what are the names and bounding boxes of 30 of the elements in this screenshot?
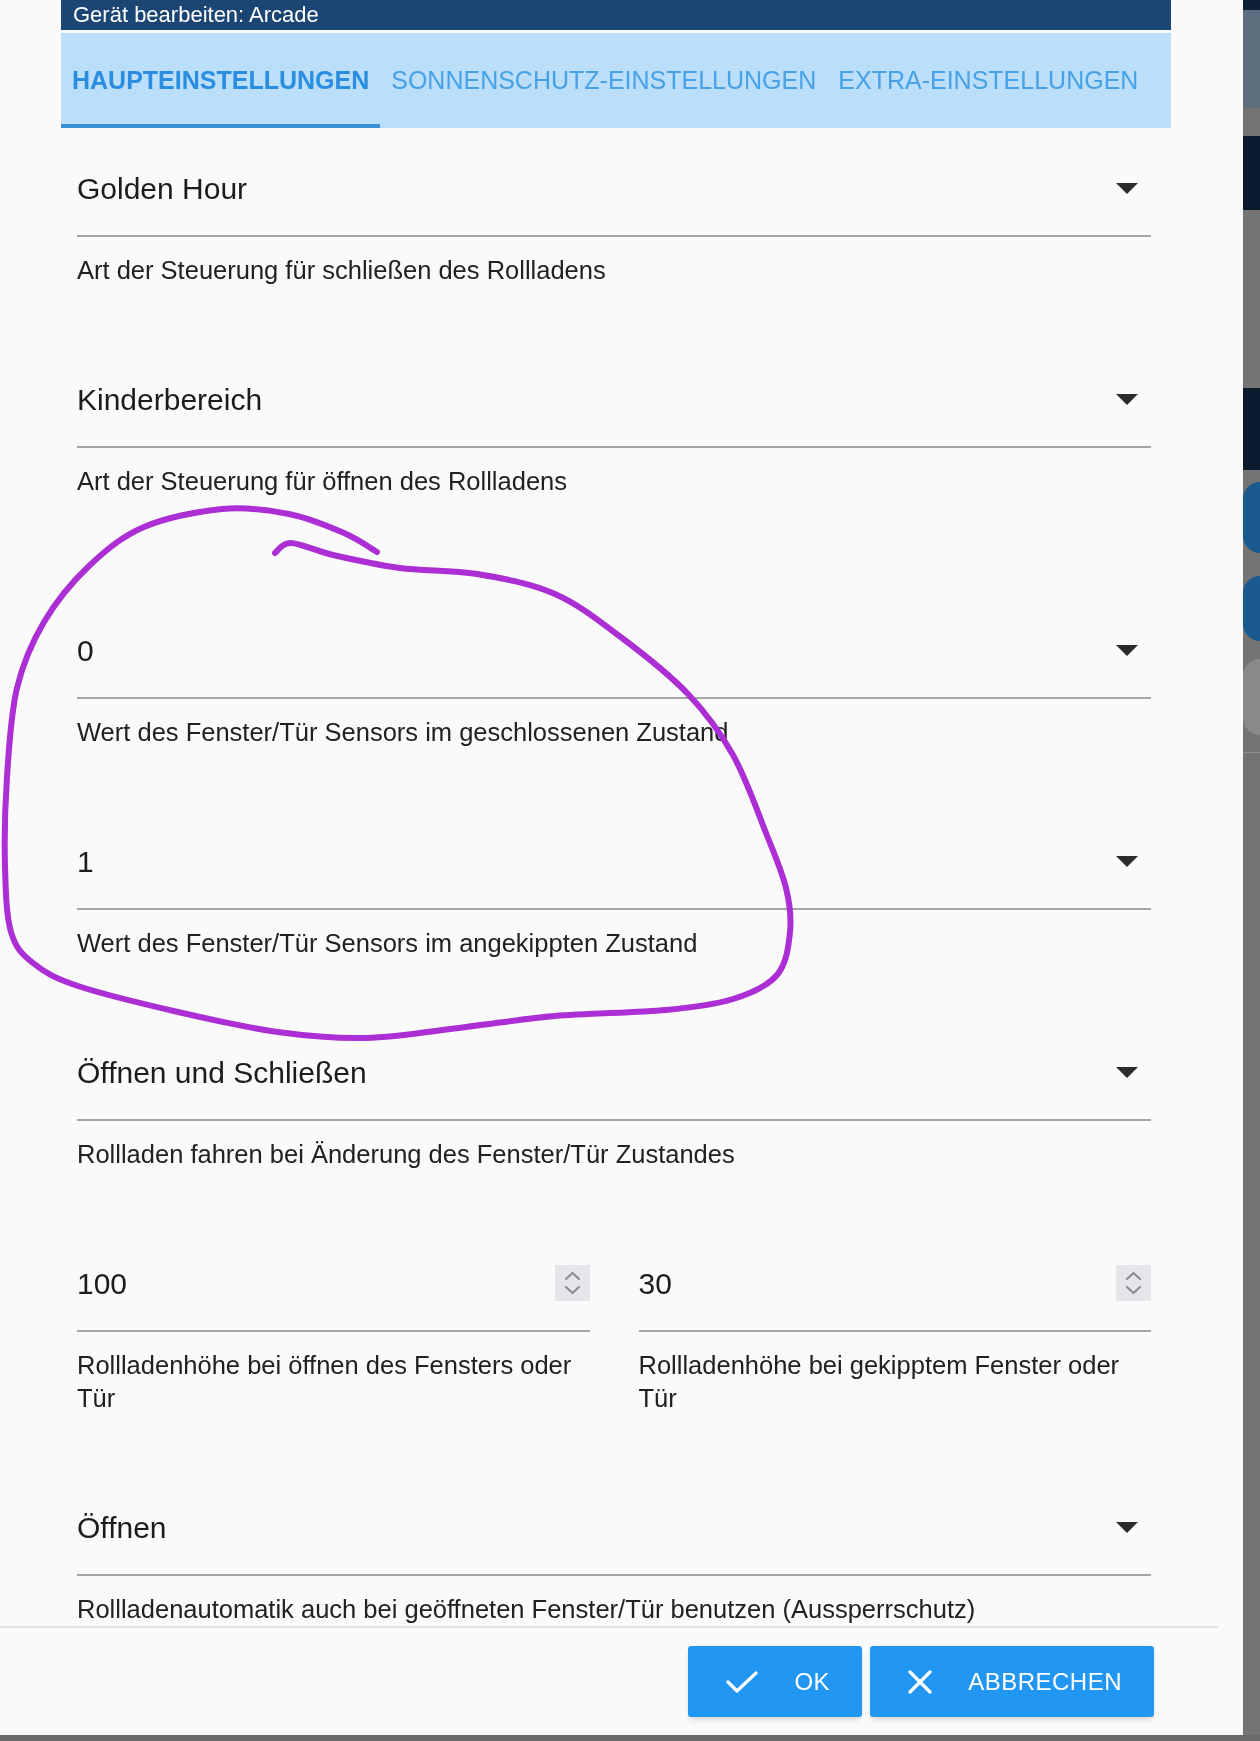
dropdown-field[interactable]: Öffnen und Schließen xyxy=(77,1025,1151,1121)
stepper-icon[interactable] xyxy=(554,1265,590,1301)
dropdown-caret-icon xyxy=(1116,855,1138,867)
helper-text: Art der Steuerung für schließen des Rollladens xyxy=(77,255,607,286)
dropdown-field[interactable]: Golden Hour xyxy=(77,141,1151,237)
helper-text: Rollladen fahren bei Änderung des Fenster/Tür Zustandes xyxy=(77,1139,736,1170)
helper-text: Rollladenautomatik auch bei geöffneten Fenster/Tür benutzen (Aussperrschutz) xyxy=(77,1594,977,1625)
dropdown-caret-icon xyxy=(1116,644,1138,656)
round-button-icon xyxy=(1243,659,1260,735)
dropdown-field[interactable]: 1 xyxy=(77,814,1151,910)
dialog-title: Gerät bearbeiten: Arcade xyxy=(61,0,1171,30)
close-icon xyxy=(908,1669,933,1694)
dropdown-caret-icon xyxy=(1116,1066,1138,1078)
dropdown-field[interactable]: 0 xyxy=(77,603,1151,699)
helper-text: Wert des Fenster/Tür Sensors im angekippten Zustand xyxy=(77,928,699,959)
number-field[interactable]: 30 xyxy=(638,1236,1151,1332)
dropdown-field[interactable]: Öffnen xyxy=(77,1480,1151,1576)
stepper-icon[interactable] xyxy=(1116,1265,1151,1301)
number-field[interactable]: 100 xyxy=(77,1236,590,1332)
check-icon xyxy=(726,1669,759,1694)
page-header-fragment xyxy=(1243,0,1260,10)
round-button-icon xyxy=(1243,482,1260,553)
dropdown-caret-icon xyxy=(1116,1521,1138,1533)
helper-text: Art der Steuerung für öffnen des Rollladens xyxy=(77,466,568,497)
dropdown-caret-icon xyxy=(1116,182,1138,194)
dropdown-caret-icon xyxy=(1116,393,1138,405)
dropdown-field[interactable]: Kinderbereich xyxy=(77,352,1151,448)
round-button-icon xyxy=(1243,576,1260,641)
helper-text: Rollladenhöhe bei öffnen des Fensters oder Tür xyxy=(77,1350,573,1414)
helper-text: Rollladenhöhe bei gekipptem Fenster oder Tür xyxy=(638,1350,1121,1414)
